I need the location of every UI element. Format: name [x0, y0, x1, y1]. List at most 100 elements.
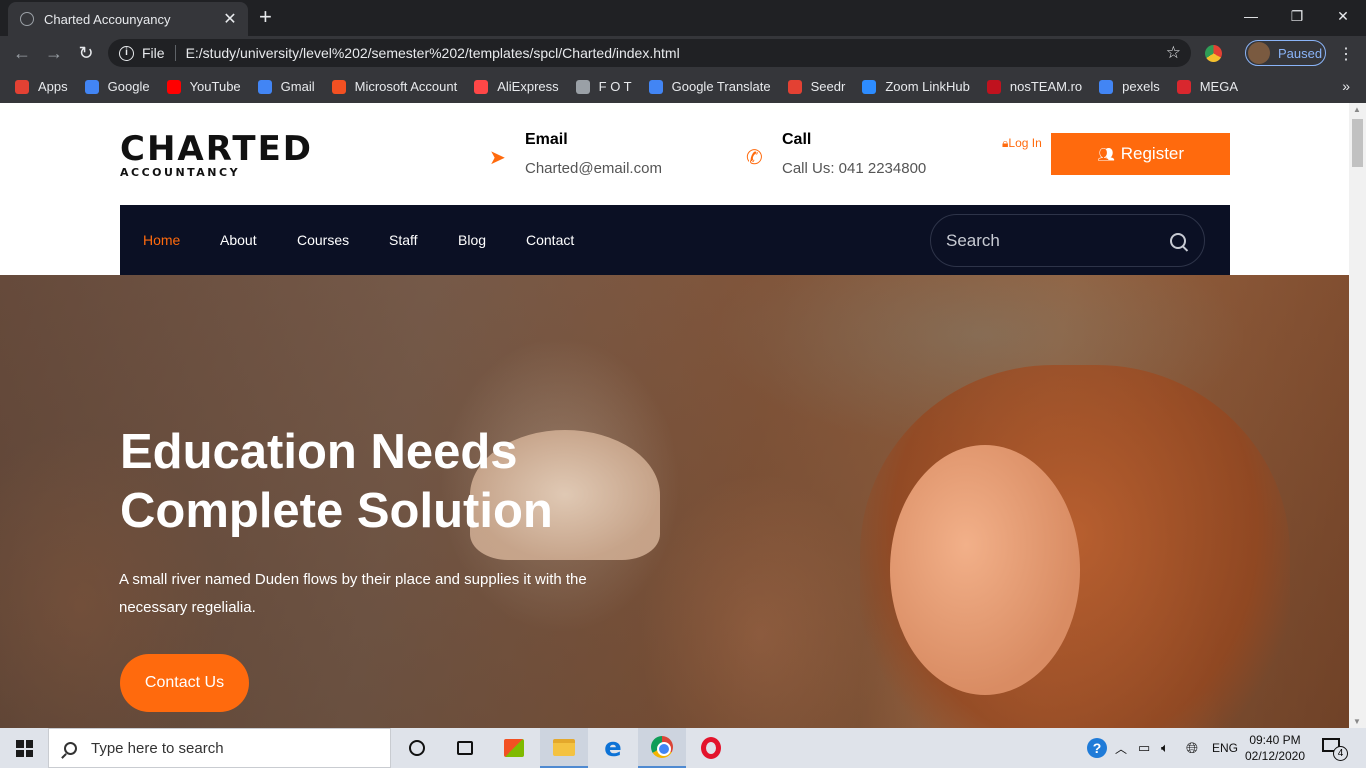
address-bar[interactable]: i File E:/study/university/level%202/sem…	[108, 39, 1191, 67]
bookmark-item[interactable]: Zoom LinkHub	[862, 79, 970, 94]
tray-chevron-icon[interactable]: ︿	[1115, 728, 1127, 768]
info-icon[interactable]: i	[119, 45, 134, 61]
help-button[interactable]: ?	[1087, 728, 1107, 768]
bookmark-item[interactable]: Google Translate	[648, 79, 771, 94]
cortana-button[interactable]	[393, 728, 441, 768]
bookmark-item[interactable]: nosTEAM.ro	[986, 79, 1082, 94]
bookmark-label: AliExpress	[497, 79, 559, 94]
close-window-button[interactable]: ✕	[1320, 0, 1366, 32]
page-scrollbar[interactable]: ▲ ▼	[1349, 103, 1366, 728]
search-icon	[64, 741, 77, 755]
url-text[interactable]: E:/study/university/level%202/semester%2…	[186, 45, 1166, 61]
bookmark-label: Zoom LinkHub	[885, 79, 970, 94]
opera-button[interactable]	[687, 728, 735, 768]
hero-description: A small river named Duden flows by their…	[119, 571, 587, 616]
login-link[interactable]: 🔒︎Log In	[1002, 133, 1042, 154]
clock-time: 09:40 PM	[1249, 733, 1301, 747]
bookmarks-more-icon[interactable]: »	[1342, 78, 1350, 94]
battery-icon[interactable]: ▭	[1138, 728, 1150, 768]
youtube-icon	[166, 79, 181, 94]
edge-button[interactable]: e	[589, 728, 637, 768]
globe-icon	[20, 12, 34, 26]
phone-icon: ✆	[746, 147, 763, 169]
bookmark-label: pexels	[1122, 79, 1160, 94]
scrollbar-thumb[interactable]	[1352, 119, 1363, 167]
bookmark-label: Google	[107, 79, 150, 94]
bookmark-label: Microsoft Account	[354, 79, 458, 94]
taskbar-search-placeholder: Type here to search	[91, 739, 224, 757]
nav-contact[interactable]: Contact	[526, 232, 574, 248]
store-button[interactable]	[490, 728, 538, 768]
browser-tab[interactable]: Charted Accounyancy ✕	[8, 2, 248, 36]
task-view-button[interactable]	[441, 728, 489, 768]
extension-icon[interactable]	[1205, 45, 1222, 62]
new-tab-button[interactable]: +	[259, 6, 272, 28]
avatar	[1248, 42, 1270, 64]
zoom-linkhub-icon	[862, 79, 877, 94]
aliexpress-icon	[474, 79, 489, 94]
bookmark-item[interactable]: Apps	[15, 79, 68, 94]
bookmark-item[interactable]: MEGA	[1176, 79, 1238, 94]
bookmark-label: F O T	[598, 79, 632, 94]
bookmark-item[interactable]: Microsoft Account	[331, 79, 458, 94]
reload-button[interactable]: ↻	[74, 41, 98, 65]
main-navbar: Home About Courses Staff Blog Contact Se…	[120, 205, 1230, 275]
scroll-up-icon[interactable]: ▲	[1353, 105, 1361, 114]
edge-icon: e	[604, 733, 622, 763]
mega-icon	[1176, 79, 1191, 94]
email-value: Charted@email.com	[525, 160, 662, 177]
google-icon	[84, 79, 99, 94]
help-icon: ?	[1087, 738, 1107, 758]
browser-menu-icon[interactable]: ⋮	[1338, 44, 1354, 64]
nosteam-icon	[986, 79, 1001, 94]
bookmark-label: Apps	[38, 79, 68, 94]
volume-icon[interactable]: 🔈︎	[1161, 728, 1169, 768]
register-button[interactable]: 👥︎ Register	[1051, 133, 1230, 175]
site-logo-subtitle: ACCOUNTANCY	[120, 166, 241, 179]
language-indicator[interactable]: ENG	[1212, 728, 1238, 768]
action-center-button[interactable]: 4	[1322, 738, 1348, 761]
network-globe-icon[interactable]: 🌐︎	[1186, 728, 1198, 768]
tab-close-icon[interactable]: ✕	[222, 9, 238, 29]
bookmark-item[interactable]: Google	[84, 79, 150, 94]
nav-staff[interactable]: Staff	[389, 232, 418, 248]
translate-icon	[648, 79, 663, 94]
chrome-button[interactable]	[638, 728, 686, 768]
site-logo[interactable]: CHARTED	[120, 130, 313, 168]
search-icon[interactable]	[1170, 232, 1186, 249]
site-search-input[interactable]: Search	[930, 214, 1205, 267]
bookmark-item[interactable]: Seedr	[787, 79, 845, 94]
profile-button[interactable]: Paused	[1245, 40, 1326, 66]
restore-button[interactable]: ❐	[1274, 0, 1320, 32]
back-button[interactable]: ←	[10, 41, 34, 65]
taskbar-search-input[interactable]: Type here to search	[48, 728, 391, 768]
hero-banner: Education Needs Complete Solution A smal…	[0, 275, 1349, 728]
nav-courses[interactable]: Courses	[297, 232, 349, 248]
file-explorer-button[interactable]	[540, 728, 588, 768]
bookmark-star-icon[interactable]: ☆	[1166, 43, 1181, 63]
nav-blog[interactable]: Blog	[458, 232, 486, 248]
bookmark-item[interactable]: AliExpress	[474, 79, 559, 94]
bookmark-label: YouTube	[189, 79, 241, 94]
bookmark-item[interactable]: pexels	[1099, 79, 1160, 94]
web-page: CHARTED ACCOUNTANCY ➤ Email Charted@emai…	[0, 103, 1349, 728]
forward-button[interactable]: →	[42, 41, 66, 65]
bookmark-item[interactable]: Gmail	[257, 79, 315, 94]
taskbar-clock[interactable]: 09:40 PM 02/12/2020	[1241, 732, 1309, 764]
microsoft-icon	[331, 79, 346, 94]
email-title: Email	[525, 131, 568, 148]
contact-us-button[interactable]: Contact Us	[120, 654, 249, 712]
notification-count: 4	[1333, 746, 1348, 761]
nav-home[interactable]: Home	[143, 232, 180, 248]
bookmark-item[interactable]: YouTube	[166, 79, 241, 94]
cortana-icon	[409, 740, 425, 756]
windows-start-icon[interactable]	[16, 740, 33, 757]
browser-toolbar: ← → ↻ i File E:/study/university/level%2…	[0, 36, 1366, 70]
nav-about[interactable]: About	[220, 232, 257, 248]
scroll-down-icon[interactable]: ▼	[1353, 717, 1361, 726]
browser-tab-strip: Charted Accounyancy ✕ + — ❐ ✕	[0, 0, 1366, 36]
minimize-button[interactable]: —	[1228, 0, 1274, 32]
bookmark-label: Gmail	[280, 79, 315, 94]
login-label: Log In	[1008, 136, 1042, 150]
bookmark-item[interactable]: F O T	[575, 79, 632, 94]
